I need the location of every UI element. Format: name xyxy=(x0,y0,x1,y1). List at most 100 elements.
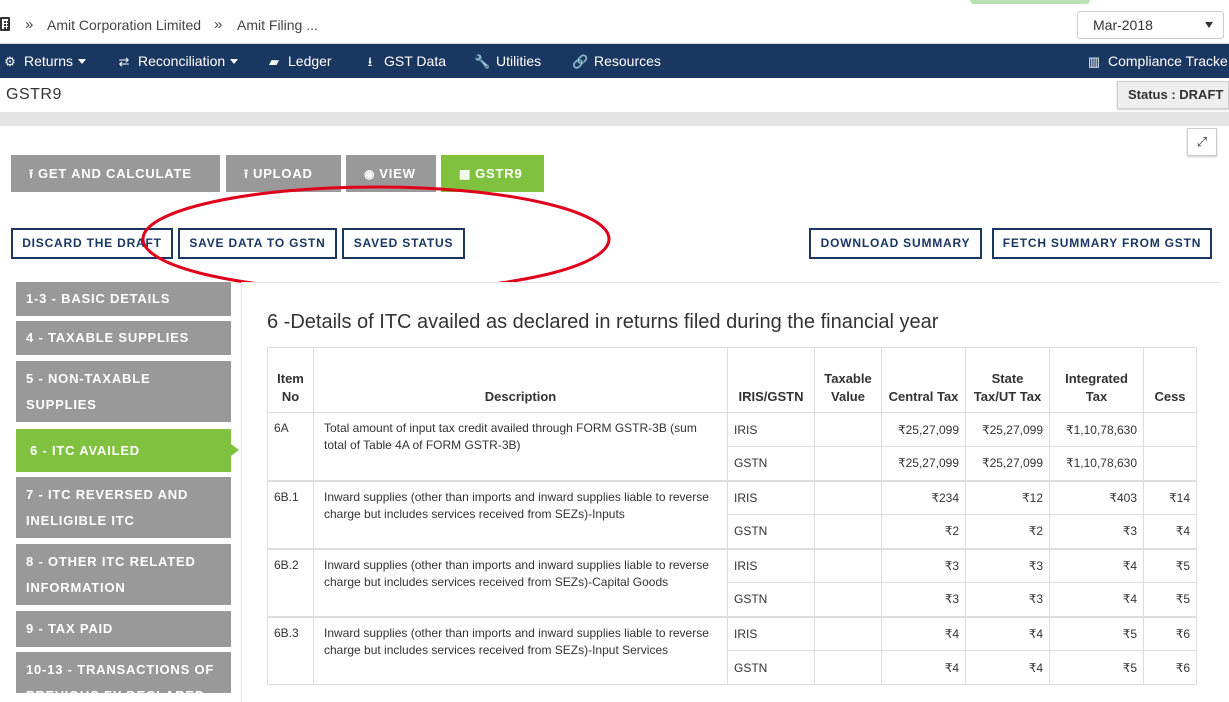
discard-draft-button[interactable]: DISCARD THE DRAFT xyxy=(11,228,173,259)
notification-hint xyxy=(970,0,1090,4)
tab-gstr9-label: GSTR9 xyxy=(475,166,523,181)
breadcrumb-separator-icon: » xyxy=(214,16,223,33)
breadcrumb-separator-icon: » xyxy=(25,16,34,33)
cell-cess: ₹6 xyxy=(1143,650,1197,685)
tab-get-and-calculate-label: GET AND CALCULATE xyxy=(38,166,192,181)
nav-gst-data-label: GST Data xyxy=(384,53,446,69)
cell-taxable-value xyxy=(814,446,882,481)
caret-down-icon xyxy=(78,59,87,64)
cell-central-tax: ₹4 xyxy=(881,650,966,685)
download-summary-button[interactable]: DOWNLOAD SUMMARY xyxy=(809,228,982,259)
table-row: 6B.1 Inward supplies (other than imports … xyxy=(267,479,1197,549)
chevron-down-icon xyxy=(1205,22,1213,28)
table-icon: ▦ xyxy=(459,167,472,181)
breadcrumb-filing[interactable]: Amit Filing ... xyxy=(237,17,318,33)
cell-description: Inward supplies (other than imports and … xyxy=(313,615,728,685)
exchange-icon: ⇄ xyxy=(118,54,130,69)
cell-item-no: 6B.1 xyxy=(267,479,314,549)
table-row: 6B.3 Inward supplies (other than imports … xyxy=(267,615,1197,685)
period-select[interactable]: Mar-2018 xyxy=(1077,11,1224,39)
col-header-integrated-tax: Integrated Tax xyxy=(1049,347,1144,413)
section-title: 6 -Details of ITC availed as declared in… xyxy=(267,311,939,333)
col-header-cess: Cess xyxy=(1143,347,1197,413)
sidebar-item-previous-fy[interactable]: 10-13 - TRANSACTIONS OF PREVIOUS FY DECL… xyxy=(16,652,231,693)
cell-central-tax: ₹3 xyxy=(881,547,966,583)
cell-state-tax: ₹2 xyxy=(965,514,1050,549)
cell-taxable-value xyxy=(814,479,882,515)
page-title: GSTR9 xyxy=(6,86,62,103)
bar-chart-icon: ▥ xyxy=(1087,54,1101,69)
cell-taxable-value xyxy=(814,615,882,651)
cell-central-tax: ₹4 xyxy=(881,615,966,651)
nav-ledger[interactable]: ▰ Ledger xyxy=(266,44,332,78)
cell-source: GSTN xyxy=(727,514,815,549)
table-header-row: Item No Description IRIS/GSTN Taxable Va… xyxy=(267,347,1197,413)
sidebar-item-non-taxable-supplies[interactable]: 5 - NON-TAXABLE SUPPLIES xyxy=(16,361,231,422)
sidebar-item-basic-details[interactable]: 1-3 - BASIC DETAILS xyxy=(16,282,231,316)
sidebar-item-taxable-supplies[interactable]: 4 - TAXABLE SUPPLIES xyxy=(16,321,231,355)
nav-compliance-tracker[interactable]: ▥ Compliance Tracke xyxy=(1086,44,1228,78)
cell-cess: ₹6 xyxy=(1143,615,1197,651)
cell-source: GSTN xyxy=(727,650,815,685)
eye-icon: ◉ xyxy=(364,167,376,181)
tab-view-label: VIEW xyxy=(379,166,416,181)
cell-item-no: 6A xyxy=(267,412,314,481)
link-icon: 🔗 xyxy=(572,54,589,69)
tab-get-and-calculate[interactable]: ⭱ GET AND CALCULATE xyxy=(11,155,220,192)
tab-gstr9[interactable]: ▦ GSTR9 xyxy=(441,155,544,192)
cell-cess: ₹14 xyxy=(1143,479,1197,515)
cell-source: IRIS xyxy=(727,615,815,651)
cell-item-no: 6B.3 xyxy=(267,615,314,685)
col-header-description: Description xyxy=(313,347,728,413)
saved-status-button[interactable]: SAVED STATUS xyxy=(342,228,465,259)
cell-integrated-tax: ₹403 xyxy=(1049,479,1144,515)
cell-cess: ₹4 xyxy=(1143,514,1197,549)
expand-icon: ⤢ xyxy=(1196,134,1208,149)
upload-icon: ⭱ xyxy=(244,167,250,181)
nav-utilities[interactable]: 🔧 Utilities xyxy=(474,44,541,78)
status-badge: Status : DRAFT xyxy=(1117,81,1229,109)
expand-button[interactable]: ⤢ xyxy=(1187,128,1217,156)
cell-integrated-tax: ₹5 xyxy=(1049,615,1144,651)
cell-taxable-value xyxy=(814,412,882,447)
table-row: 6A Total amount of input tax credit avail… xyxy=(267,412,1197,481)
cell-cess: ₹5 xyxy=(1143,582,1197,617)
nav-returns[interactable]: ⚙ Returns xyxy=(2,44,87,78)
col-header-taxable-value: Taxable Value xyxy=(814,347,882,413)
nav-compliance-label: Compliance Tracke xyxy=(1108,53,1228,69)
cell-integrated-tax: ₹4 xyxy=(1049,547,1144,583)
sidebar-item-itc-availed[interactable]: 6 - ITC AVAILED xyxy=(16,429,239,472)
nav-resources[interactable]: 🔗 Resources xyxy=(572,44,661,78)
upload-icon: ⭱ xyxy=(29,167,35,181)
cell-source: GSTN xyxy=(727,582,815,617)
fetch-summary-button[interactable]: FETCH SUMMARY FROM GSTN xyxy=(992,228,1212,259)
cell-source: IRIS xyxy=(727,547,815,583)
sidebar-item-tax-paid[interactable]: 9 - TAX PAID xyxy=(16,611,231,647)
header-divider xyxy=(0,112,1229,126)
nav-returns-label: Returns xyxy=(24,53,74,69)
tab-upload[interactable]: ⭱ UPLOAD xyxy=(226,155,341,192)
cell-central-tax: ₹234 xyxy=(881,479,966,515)
save-data-to-gstn-button[interactable]: SAVE DATA TO GSTN xyxy=(178,228,337,259)
cell-state-tax: ₹4 xyxy=(965,615,1050,651)
cell-state-tax: ₹3 xyxy=(965,582,1050,617)
sidebar-item-other-itc[interactable]: 8 - OTHER ITC RELATED INFORMATION xyxy=(16,544,231,605)
book-icon: ▰ xyxy=(269,54,279,69)
itc-table: Item No Description IRIS/GSTN Taxable Va… xyxy=(267,347,1197,685)
breadcrumb-company[interactable]: Amit Corporation Limited xyxy=(47,17,201,33)
cell-state-tax: ₹4 xyxy=(965,650,1050,685)
table-row: 6B.2 Inward supplies (other than imports … xyxy=(267,547,1197,617)
tab-upload-label: UPLOAD xyxy=(253,166,313,181)
building-icon[interactable] xyxy=(0,17,10,31)
cell-integrated-tax: ₹4 xyxy=(1049,582,1144,617)
sidebar-item-itc-reversed[interactable]: 7 - ITC REVERSED AND INELIGIBLE ITC xyxy=(16,477,231,538)
cell-cess xyxy=(1143,412,1197,447)
cell-taxable-value xyxy=(814,582,882,617)
nav-reconciliation[interactable]: ⇄ Reconciliation xyxy=(116,44,239,78)
tab-view[interactable]: ◉ VIEW xyxy=(346,155,436,192)
cell-state-tax: ₹3 xyxy=(965,547,1050,583)
cell-state-tax: ₹12 xyxy=(965,479,1050,515)
nav-gst-data[interactable]: ⭳ GST Data xyxy=(362,44,446,78)
cell-source: IRIS xyxy=(727,479,815,515)
cell-central-tax: ₹25,27,099 xyxy=(881,412,966,447)
